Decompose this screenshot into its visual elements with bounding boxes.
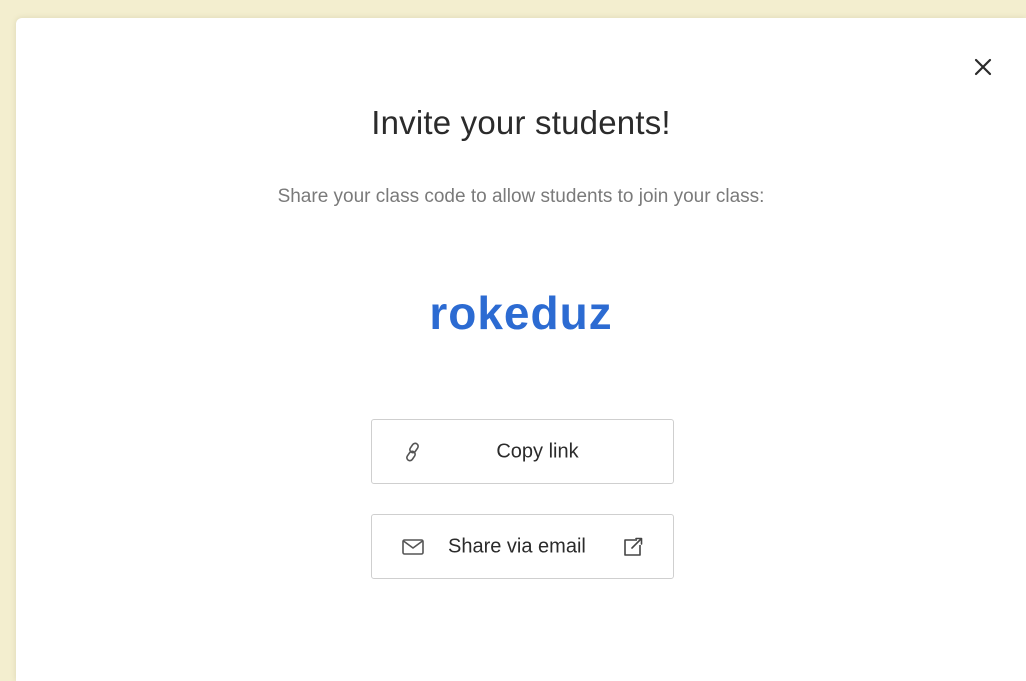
page-backdrop: Invite your students! Share your class c… — [0, 0, 1026, 681]
close-icon — [974, 58, 992, 76]
dialog-subtitle: Share your class code to allow students … — [277, 186, 765, 207]
external-link-icon — [624, 537, 643, 556]
dialog-title: Invite your students! — [371, 104, 671, 141]
close-button[interactable] — [968, 52, 998, 82]
copy-link-button[interactable]: Copy link — [371, 419, 674, 484]
invite-students-dialog: Invite your students! Share your class c… — [16, 18, 1026, 681]
mail-icon — [402, 538, 424, 555]
class-code: rokeduz — [429, 287, 613, 339]
copy-link-label: Copy link — [496, 440, 579, 462]
share-via-email-label: Share via email — [448, 535, 586, 557]
share-via-email-button[interactable]: Share via email — [371, 514, 674, 579]
